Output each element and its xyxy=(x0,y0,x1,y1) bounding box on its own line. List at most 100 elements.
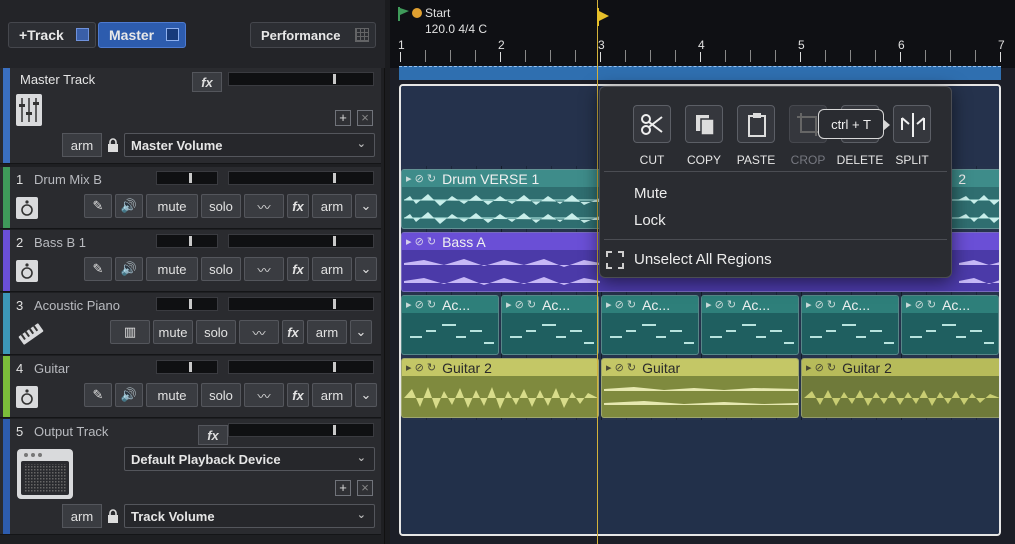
track-menu-button[interactable]: ⌄ xyxy=(355,257,377,281)
pan-slider[interactable] xyxy=(156,171,218,185)
pencil-button[interactable]: ✎ xyxy=(84,383,112,407)
playhead[interactable] xyxy=(597,0,598,544)
region-piano[interactable]: ▸ ⊘ ↻ Ac... xyxy=(801,295,899,355)
pan-slider[interactable] xyxy=(156,360,218,374)
automation-button[interactable]: 〰 xyxy=(239,320,279,344)
solo-button[interactable]: solo xyxy=(196,320,236,344)
track-volume-select[interactable]: Track Volume ⌄ xyxy=(124,504,375,528)
split-action[interactable]: SPLIT xyxy=(886,105,938,167)
arm-button[interactable]: arm xyxy=(312,257,352,281)
mute-button[interactable]: mute xyxy=(153,320,193,344)
mute-menu-item[interactable]: Mute xyxy=(634,185,667,202)
add-button[interactable]: + xyxy=(335,110,351,126)
master-arm-button[interactable]: arm xyxy=(62,133,102,157)
pan-slider[interactable] xyxy=(156,297,218,311)
cut-action[interactable]: CUT xyxy=(626,105,678,167)
master-button[interactable]: Master xyxy=(98,22,186,48)
fx-button[interactable]: fx xyxy=(287,257,309,281)
track-controls: ✎ 🔊 mute solo 〰 fx arm ⌄ xyxy=(84,383,377,407)
pan-slider[interactable] xyxy=(156,234,218,248)
lock-icon[interactable] xyxy=(106,509,120,523)
loop-region-bar[interactable] xyxy=(399,66,1001,80)
region-guitar-3[interactable]: ▸ ⊘ ↻ Guitar 2 xyxy=(801,358,999,418)
output-track[interactable]: 5 Output Track fx Default Playback Devic… xyxy=(0,419,381,535)
shortcut-tooltip: ctrl + T xyxy=(818,109,890,139)
unselect-all-menu-item[interactable]: Unselect All Regions xyxy=(634,251,772,268)
track-color-strip xyxy=(3,293,10,354)
track-4[interactable]: 4 Guitar ✎ 🔊 mute solo 〰 fx arm ⌄ xyxy=(0,356,381,418)
automation-button[interactable]: 〰 xyxy=(244,383,284,407)
solo-button[interactable]: solo xyxy=(201,194,241,218)
solo-button[interactable]: solo xyxy=(201,383,241,407)
action-label: PASTE xyxy=(736,153,776,167)
start-marker-icon xyxy=(412,8,422,18)
arm-button[interactable]: arm xyxy=(307,320,347,344)
piano-roll-button[interactable]: ▥ xyxy=(110,320,150,344)
region-piano[interactable]: ▸ ⊘ ↻ Ac... xyxy=(901,295,999,355)
output-level-meter[interactable] xyxy=(228,423,374,437)
track-menu-button[interactable]: ⌄ xyxy=(355,194,377,218)
track-3[interactable]: 3 Acoustic Piano ▥ mute solo 〰 fx arm ⌄ xyxy=(0,293,381,355)
paste-action[interactable]: PASTE xyxy=(730,105,782,167)
mute-button[interactable]: mute xyxy=(146,383,198,407)
mute-button[interactable]: mute xyxy=(146,194,198,218)
track-toolbar: +Track Master Performance xyxy=(0,0,385,68)
performance-button[interactable]: Performance xyxy=(250,22,376,48)
speaker-button[interactable]: 🔊 xyxy=(115,194,143,218)
fx-button[interactable]: fx xyxy=(282,320,304,344)
track-menu-button[interactable]: ⌄ xyxy=(355,383,377,407)
region-piano[interactable]: ▸ ⊘ ↻ Ac... xyxy=(501,295,599,355)
mute-button[interactable]: mute xyxy=(146,257,198,281)
master-level-meter[interactable] xyxy=(228,72,374,86)
output-fx-button[interactable]: fx xyxy=(198,425,228,445)
fx-button[interactable]: fx xyxy=(287,383,309,407)
speaker-button[interactable]: 🔊 xyxy=(115,383,143,407)
midi-notes xyxy=(610,324,694,344)
master-volume-select[interactable]: Master Volume ⌄ xyxy=(124,133,375,157)
pencil-button[interactable]: ✎ xyxy=(84,257,112,281)
timeline-ruler[interactable]: Start 120.0 4/4 C 1 2 3 4 5 6 7 xyxy=(390,0,1015,68)
close-button[interactable]: × xyxy=(357,110,373,126)
automation-button[interactable]: 〰 xyxy=(244,257,284,281)
track-1[interactable]: 1 Drum Mix B ✎ 🔊 mute solo 〰 fx arm ⌄ xyxy=(0,167,381,229)
copy-action[interactable]: COPY xyxy=(678,105,730,167)
fx-button[interactable]: fx xyxy=(287,194,309,218)
track-2[interactable]: 2 Bass B 1 ✎ 🔊 mute solo 〰 fx arm ⌄ xyxy=(0,230,381,292)
speaker-button[interactable]: 🔊 xyxy=(115,257,143,281)
master-track[interactable]: Master Track fx + × arm Master Volume ⌄ xyxy=(0,68,381,164)
region-guitar-1[interactable]: ▸ ⊘ ↻ Guitar 2 xyxy=(401,358,599,418)
volume-meter[interactable] xyxy=(228,171,374,185)
region-guitar-2[interactable]: ▸ ⊘ ↻ Guitar xyxy=(601,358,799,418)
close-button[interactable]: × xyxy=(357,480,373,496)
output-lane[interactable] xyxy=(401,420,999,534)
playhead-flag-icon[interactable] xyxy=(597,10,609,22)
midi-notes xyxy=(710,324,794,344)
lock-menu-item[interactable]: Lock xyxy=(634,212,666,229)
solo-button[interactable]: solo xyxy=(201,257,241,281)
volume-icon: 🔊 xyxy=(120,198,138,213)
bar-number: 3 xyxy=(598,38,605,52)
add-button[interactable]: + xyxy=(335,480,351,496)
track-menu-button[interactable]: ⌄ xyxy=(350,320,372,344)
volume-icon: 🔊 xyxy=(120,387,138,402)
tempo-label[interactable]: 120.0 4/4 C xyxy=(425,22,487,36)
volume-meter[interactable] xyxy=(228,234,374,248)
pencil-button[interactable]: ✎ xyxy=(84,194,112,218)
arm-button[interactable]: arm xyxy=(312,194,352,218)
region-piano[interactable]: ▸ ⊘ ↻ Ac... xyxy=(601,295,699,355)
start-label: Start xyxy=(425,6,451,20)
playback-device-select[interactable]: Default Playback Device ⌄ xyxy=(124,447,375,471)
output-arm-button[interactable]: arm xyxy=(62,504,102,528)
region-piano[interactable]: ▸ ⊘ ↻ Ac... xyxy=(701,295,799,355)
region-piano[interactable]: ▸ ⊘ ↻ Ac... xyxy=(401,295,499,355)
volume-meter[interactable] xyxy=(228,297,374,311)
speaker-icon xyxy=(16,260,38,282)
automation-icon: 〰 xyxy=(257,199,271,215)
add-track-button[interactable]: +Track xyxy=(8,22,96,48)
volume-meter[interactable] xyxy=(228,360,374,374)
automation-button[interactable]: 〰 xyxy=(244,194,284,218)
start-flag-icon xyxy=(398,7,409,21)
arm-button[interactable]: arm xyxy=(312,383,352,407)
lock-icon[interactable] xyxy=(106,138,120,152)
master-fx-button[interactable]: fx xyxy=(192,72,222,92)
